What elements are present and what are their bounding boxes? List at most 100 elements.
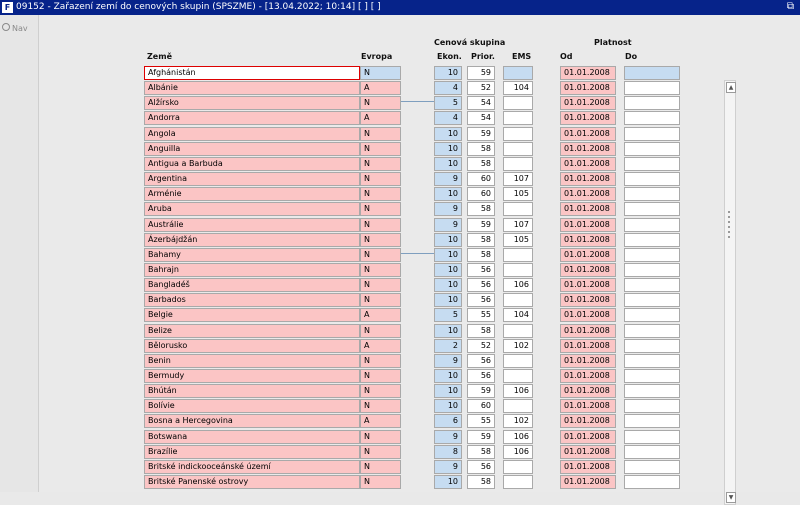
ekon-field[interactable]: 4: [434, 81, 462, 95]
ekon-field[interactable]: 5: [434, 308, 462, 322]
ekon-field[interactable]: 10: [434, 263, 462, 277]
ems-field[interactable]: 107: [503, 172, 533, 186]
valid-to-field[interactable]: [624, 187, 680, 201]
valid-to-field[interactable]: [624, 127, 680, 141]
ems-field[interactable]: [503, 399, 533, 413]
valid-to-field[interactable]: [624, 202, 680, 216]
valid-from-field[interactable]: 01.01.2008: [560, 293, 616, 307]
valid-from-field[interactable]: 01.01.2008: [560, 384, 616, 398]
country-name-field[interactable]: Aruba: [144, 202, 360, 216]
europe-flag-field[interactable]: N: [360, 96, 401, 110]
country-name-field[interactable]: Afghánistán: [144, 66, 360, 80]
country-name-field[interactable]: Brazílie: [144, 445, 360, 459]
prior-field[interactable]: 60: [467, 187, 495, 201]
europe-flag-field[interactable]: N: [360, 172, 401, 186]
valid-to-field[interactable]: [624, 324, 680, 338]
valid-from-field[interactable]: 01.01.2008: [560, 187, 616, 201]
valid-to-field[interactable]: [624, 172, 680, 186]
country-name-field[interactable]: Bahrajn: [144, 263, 360, 277]
valid-from-field[interactable]: 01.01.2008: [560, 354, 616, 368]
ekon-field[interactable]: 10: [434, 475, 462, 489]
ekon-field[interactable]: 8: [434, 445, 462, 459]
prior-field[interactable]: 52: [467, 81, 495, 95]
valid-from-field[interactable]: 01.01.2008: [560, 81, 616, 95]
valid-to-field[interactable]: [624, 263, 680, 277]
prior-field[interactable]: 58: [467, 475, 495, 489]
country-name-field[interactable]: Andorra: [144, 111, 360, 125]
valid-from-field[interactable]: 01.01.2008: [560, 308, 616, 322]
prior-field[interactable]: 56: [467, 278, 495, 292]
europe-flag-field[interactable]: N: [360, 142, 401, 156]
ems-field[interactable]: [503, 66, 533, 80]
valid-from-field[interactable]: 01.01.2008: [560, 157, 616, 171]
valid-from-field[interactable]: 01.01.2008: [560, 142, 616, 156]
valid-from-field[interactable]: 01.01.2008: [560, 202, 616, 216]
prior-field[interactable]: 56: [467, 293, 495, 307]
prior-field[interactable]: 55: [467, 414, 495, 428]
ems-field[interactable]: [503, 369, 533, 383]
ekon-field[interactable]: 5: [434, 96, 462, 110]
valid-from-field[interactable]: 01.01.2008: [560, 278, 616, 292]
valid-to-field[interactable]: [624, 81, 680, 95]
prior-field[interactable]: 59: [467, 218, 495, 232]
valid-to-field[interactable]: [624, 233, 680, 247]
ems-field[interactable]: 106: [503, 445, 533, 459]
country-name-field[interactable]: Arménie: [144, 187, 360, 201]
country-name-field[interactable]: Benin: [144, 354, 360, 368]
country-name-field[interactable]: Barbados: [144, 293, 360, 307]
valid-to-field[interactable]: [624, 66, 680, 80]
europe-flag-field[interactable]: A: [360, 308, 401, 322]
valid-from-field[interactable]: 01.01.2008: [560, 127, 616, 141]
ekon-field[interactable]: 10: [434, 187, 462, 201]
ekon-field[interactable]: 10: [434, 66, 462, 80]
prior-field[interactable]: 54: [467, 111, 495, 125]
ekon-field[interactable]: 10: [434, 399, 462, 413]
prior-field[interactable]: 59: [467, 384, 495, 398]
ems-field[interactable]: 107: [503, 218, 533, 232]
prior-field[interactable]: 60: [467, 172, 495, 186]
prior-field[interactable]: 59: [467, 127, 495, 141]
ems-field[interactable]: [503, 293, 533, 307]
country-name-field[interactable]: Alžírsko: [144, 96, 360, 110]
europe-flag-field[interactable]: N: [360, 248, 401, 262]
valid-from-field[interactable]: 01.01.2008: [560, 414, 616, 428]
country-name-field[interactable]: Austrálie: [144, 218, 360, 232]
ekon-field[interactable]: 6: [434, 414, 462, 428]
ekon-field[interactable]: 10: [434, 142, 462, 156]
valid-from-field[interactable]: 01.01.2008: [560, 248, 616, 262]
valid-to-field[interactable]: [624, 157, 680, 171]
europe-flag-field[interactable]: N: [360, 187, 401, 201]
valid-to-field[interactable]: [624, 399, 680, 413]
valid-from-field[interactable]: 01.01.2008: [560, 460, 616, 474]
ekon-field[interactable]: 9: [434, 172, 462, 186]
europe-flag-field[interactable]: N: [360, 384, 401, 398]
country-name-field[interactable]: Bhútán: [144, 384, 360, 398]
europe-flag-field[interactable]: N: [360, 278, 401, 292]
ekon-field[interactable]: 10: [434, 369, 462, 383]
ekon-field[interactable]: 9: [434, 218, 462, 232]
country-name-field[interactable]: Bahamy: [144, 248, 360, 262]
europe-flag-field[interactable]: N: [360, 324, 401, 338]
ems-field[interactable]: [503, 127, 533, 141]
europe-flag-field[interactable]: N: [360, 127, 401, 141]
country-name-field[interactable]: Anguilla: [144, 142, 360, 156]
valid-to-field[interactable]: [624, 218, 680, 232]
scroll-down-icon[interactable]: ▼: [726, 492, 736, 503]
valid-from-field[interactable]: 01.01.2008: [560, 111, 616, 125]
ems-field[interactable]: 105: [503, 187, 533, 201]
country-name-field[interactable]: Britské indickooceánské území: [144, 460, 360, 474]
europe-flag-field[interactable]: N: [360, 430, 401, 444]
prior-field[interactable]: 58: [467, 142, 495, 156]
country-name-field[interactable]: Albánie: [144, 81, 360, 95]
valid-to-field[interactable]: [624, 339, 680, 353]
prior-field[interactable]: 58: [467, 233, 495, 247]
prior-field[interactable]: 59: [467, 66, 495, 80]
valid-to-field[interactable]: [624, 414, 680, 428]
europe-flag-field[interactable]: N: [360, 233, 401, 247]
country-name-field[interactable]: Bangladéš: [144, 278, 360, 292]
valid-from-field[interactable]: 01.01.2008: [560, 233, 616, 247]
europe-flag-field[interactable]: A: [360, 339, 401, 353]
valid-to-field[interactable]: [624, 278, 680, 292]
valid-from-field[interactable]: 01.01.2008: [560, 369, 616, 383]
ekon-field[interactable]: 10: [434, 293, 462, 307]
